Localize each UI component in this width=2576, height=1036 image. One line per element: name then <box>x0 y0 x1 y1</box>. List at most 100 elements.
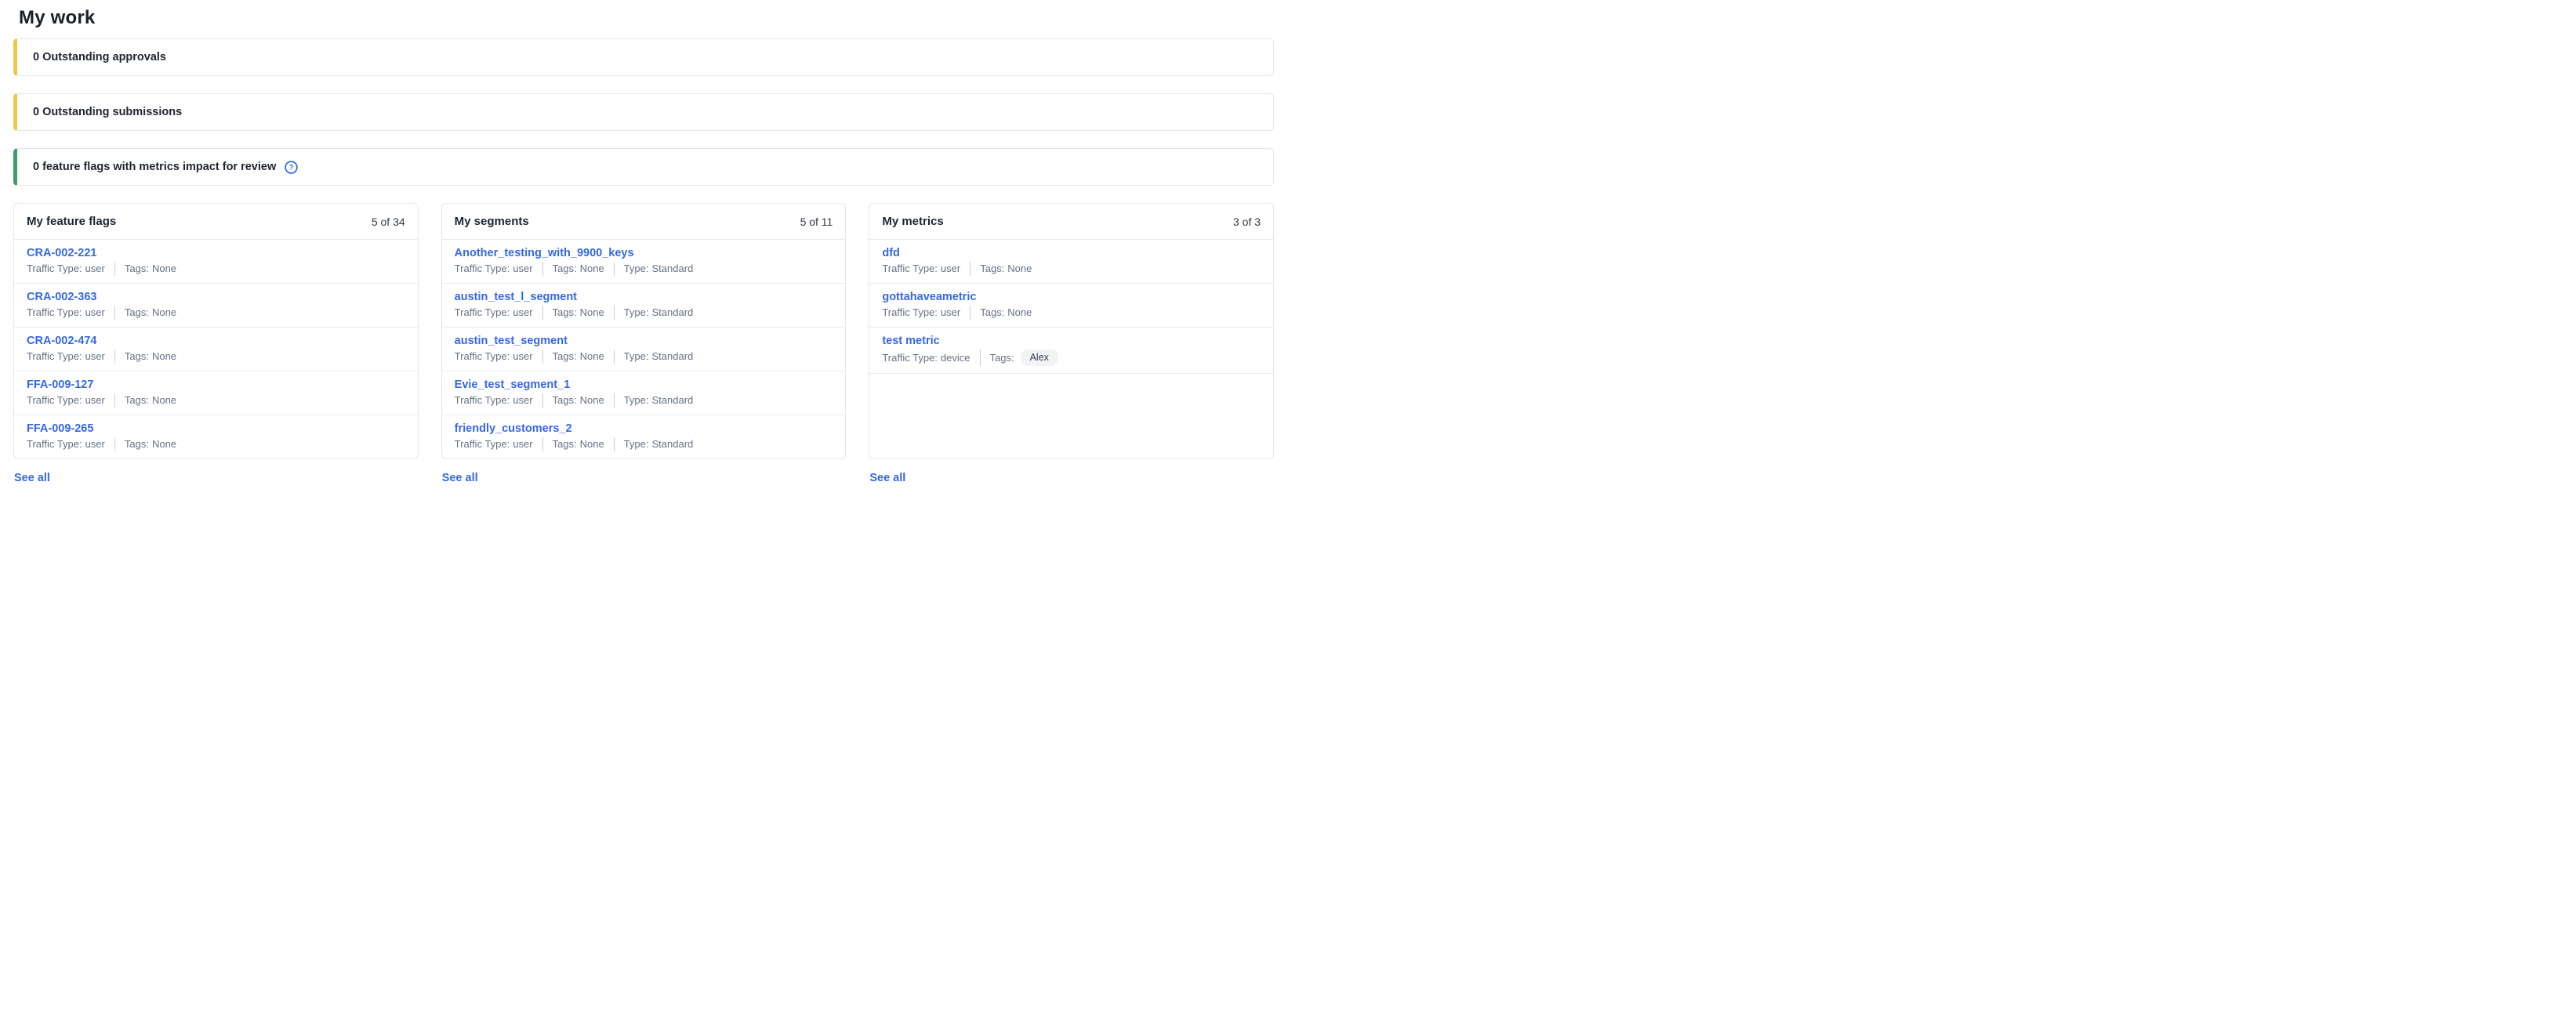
meta-value: None <box>152 437 176 451</box>
meta-segment: Traffic Type: user <box>455 306 533 320</box>
meta-value: user <box>513 437 532 451</box>
meta-label: Type: <box>624 350 649 364</box>
list-item: FFA-009-127 Traffic Type: user Tags: Non… <box>14 371 418 415</box>
list-item: friendly_customers_2 Traffic Type: user … <box>442 415 846 458</box>
banner-text: 0 Outstanding approvals <box>33 51 166 63</box>
item-meta: Traffic Type: device Tags: Alex <box>882 350 1261 366</box>
banner-text: 0 feature flags with metrics impact for … <box>33 161 276 173</box>
see-all-link[interactable]: See all <box>869 472 905 484</box>
meta-segment: Traffic Type: user <box>455 350 533 364</box>
card-column: My metrics 3 of 3 dfd Traffic Type: user… <box>869 203 1274 484</box>
circle-question-icon[interactable]: ? <box>285 161 298 174</box>
meta-value: user <box>513 262 532 276</box>
banner-outstanding-approvals: 0 Outstanding approvals <box>13 38 1274 76</box>
item-meta: Traffic Type: user Tags: None <box>27 350 405 364</box>
item-link[interactable]: test metric <box>882 333 939 349</box>
item-link[interactable]: Another_testing_with_9900_keys <box>455 245 634 261</box>
meta-value: None <box>580 306 604 320</box>
meta-segment: Tags: None <box>114 306 176 320</box>
meta-label: Traffic Type: <box>455 350 510 364</box>
meta-value: None <box>1007 306 1032 320</box>
meta-segment: Type: Standard <box>614 350 694 364</box>
meta-label: Traffic Type: <box>27 437 82 451</box>
meta-label: Traffic Type: <box>882 351 938 365</box>
card-title: My segments <box>455 215 529 228</box>
card-count: 3 of 3 <box>1233 216 1261 228</box>
item-link[interactable]: austin_test_l_segment <box>455 289 577 305</box>
banner-outstanding-submissions: 0 Outstanding submissions <box>13 93 1274 131</box>
meta-label: Traffic Type: <box>455 306 510 320</box>
item-meta: Traffic Type: user Tags: None Type: Stan… <box>455 350 833 364</box>
meta-segment: Type: Standard <box>614 393 694 408</box>
card-list: Another_testing_with_9900_keys Traffic T… <box>442 240 846 458</box>
meta-segment: Tags: None <box>542 350 604 364</box>
cards-row: My feature flags 5 of 34 CRA-002-221 Tra… <box>13 203 1274 484</box>
my-metrics-card: My metrics 3 of 3 dfd Traffic Type: user… <box>869 203 1274 459</box>
item-meta: Traffic Type: user Tags: None <box>27 393 405 408</box>
see-all-link[interactable]: See all <box>13 472 50 484</box>
item-link[interactable]: gottahaveametric <box>882 289 976 305</box>
card-header: My metrics 3 of 3 <box>869 204 1273 240</box>
meta-value: Standard <box>652 437 694 451</box>
item-link[interactable]: FFA-009-265 <box>27 421 93 436</box>
meta-value: user <box>513 393 532 408</box>
list-item: austin_test_l_segment Traffic Type: user… <box>442 283 846 327</box>
meta-label: Type: <box>624 437 649 451</box>
meta-value: user <box>941 262 960 276</box>
meta-label: Tags: <box>980 262 1004 276</box>
meta-segment: Traffic Type: user <box>27 306 105 320</box>
meta-value: None <box>580 393 604 408</box>
item-link[interactable]: FFA-009-127 <box>27 377 93 393</box>
meta-value: user <box>85 437 105 451</box>
meta-label: Tags: <box>125 262 149 276</box>
meta-segment: Tags: Alex <box>980 350 1058 366</box>
meta-segment: Traffic Type: user <box>27 262 105 276</box>
meta-label: Tags: <box>125 393 149 408</box>
item-link[interactable]: CRA-002-474 <box>27 333 96 349</box>
item-link[interactable]: friendly_customers_2 <box>455 421 572 436</box>
card-list: dfd Traffic Type: user Tags: None gottah… <box>869 240 1273 374</box>
item-link[interactable]: CRA-002-221 <box>27 245 96 261</box>
card-header: My segments 5 of 11 <box>442 204 846 240</box>
card-header: My feature flags 5 of 34 <box>14 204 418 240</box>
card-title: My feature flags <box>27 215 116 228</box>
meta-label: Traffic Type: <box>27 262 82 276</box>
meta-value: None <box>152 350 176 364</box>
meta-segment: Traffic Type: user <box>455 262 533 276</box>
meta-label: Traffic Type: <box>882 306 938 320</box>
meta-value: None <box>580 437 604 451</box>
meta-label: Traffic Type: <box>882 262 938 276</box>
meta-value: Standard <box>652 262 694 276</box>
meta-value: user <box>85 306 105 320</box>
meta-label: Traffic Type: <box>455 393 510 408</box>
list-item: test metric Traffic Type: device Tags: A… <box>869 327 1273 374</box>
see-all-link[interactable]: See all <box>441 472 478 484</box>
item-link[interactable]: CRA-002-363 <box>27 289 96 305</box>
meta-value: device <box>941 351 971 365</box>
card-title: My metrics <box>882 215 943 228</box>
item-link[interactable]: austin_test_segment <box>455 333 568 349</box>
item-meta: Traffic Type: user Tags: None Type: Stan… <box>455 306 833 320</box>
meta-segment: Tags: None <box>114 437 176 451</box>
meta-label: Type: <box>624 262 649 276</box>
meta-segment: Traffic Type: user <box>27 437 105 451</box>
meta-segment: Traffic Type: user <box>882 262 960 276</box>
meta-label: Traffic Type: <box>455 262 510 276</box>
meta-segment: Traffic Type: user <box>455 437 533 451</box>
meta-value: user <box>513 306 532 320</box>
meta-label: Tags: <box>553 262 577 276</box>
meta-value: user <box>513 350 532 364</box>
svg-text:?: ? <box>289 163 294 172</box>
card-count: 5 of 34 <box>372 216 405 228</box>
meta-segment: Traffic Type: user <box>882 306 960 320</box>
banner-text: 0 Outstanding submissions <box>33 106 182 118</box>
meta-segment: Tags: None <box>970 262 1032 276</box>
meta-value: None <box>152 393 176 408</box>
item-link[interactable]: dfd <box>882 245 900 261</box>
item-link[interactable]: Evie_test_segment_1 <box>455 377 571 393</box>
meta-label: Type: <box>624 393 649 408</box>
list-item: CRA-002-363 Traffic Type: user Tags: Non… <box>14 283 418 327</box>
meta-label: Type: <box>624 306 649 320</box>
item-meta: Traffic Type: user Tags: None Type: Stan… <box>455 393 833 408</box>
banner-flags-metrics-impact: 0 feature flags with metrics impact for … <box>13 148 1274 186</box>
